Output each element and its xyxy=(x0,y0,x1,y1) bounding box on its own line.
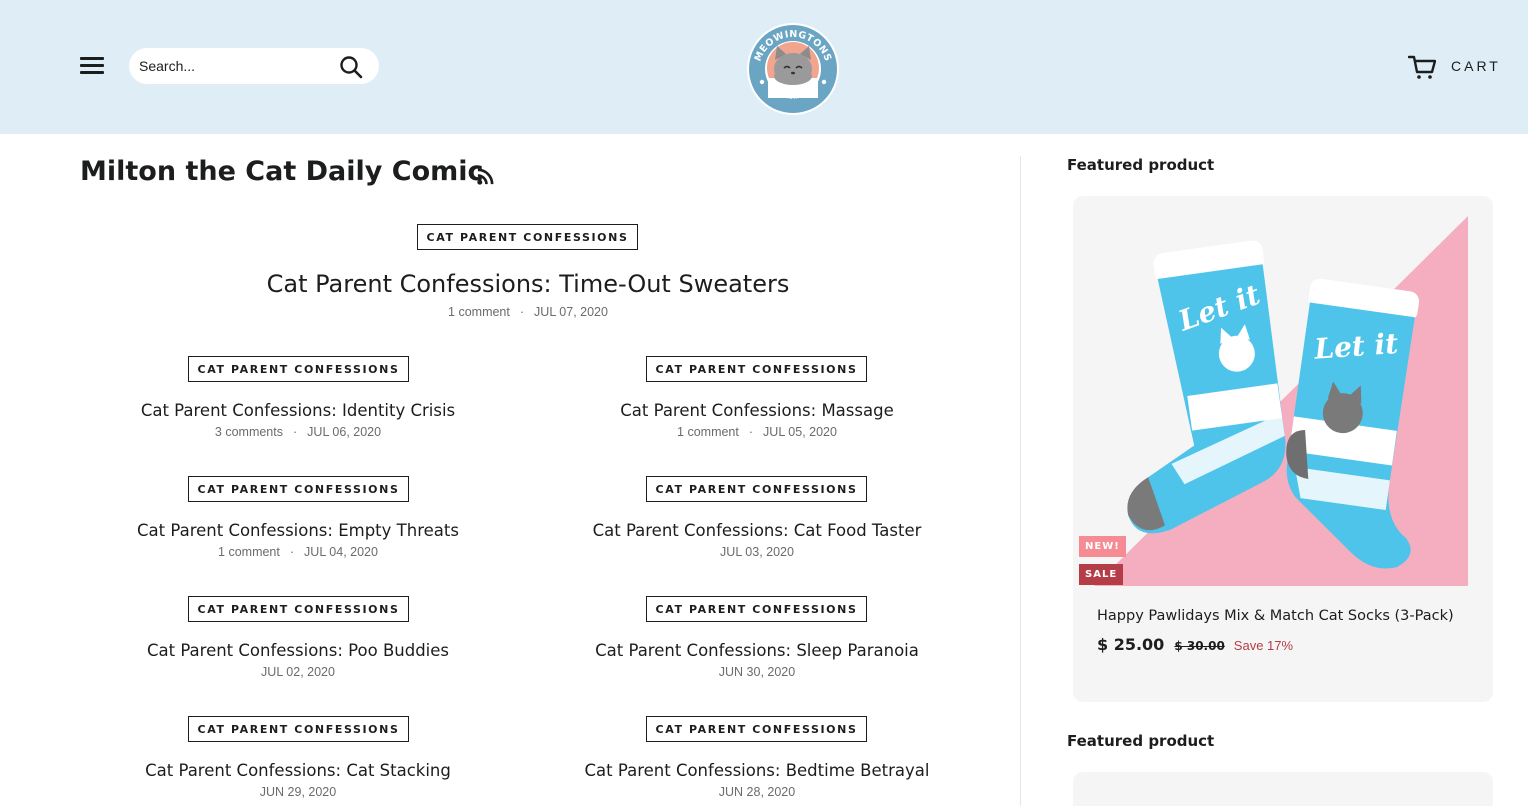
article-tag[interactable]: CAT PARENT CONFESSIONS xyxy=(188,476,409,502)
cart-button[interactable]: CART xyxy=(1408,52,1500,80)
article-meta: 3 comments · JUL 06, 2020 xyxy=(214,425,382,439)
featured-product-card[interactable] xyxy=(1073,772,1493,806)
price-row: $ 25.00 $ 30.00 Save 17% xyxy=(1097,635,1293,654)
article-title[interactable]: Cat Parent Confessions: Poo Buddies xyxy=(78,641,518,660)
article-date: JUL 02, 2020 xyxy=(261,665,335,679)
article-tag[interactable]: CAT PARENT CONFESSIONS xyxy=(646,596,867,622)
product-price: $ 25.00 xyxy=(1097,635,1165,654)
article-date: JUL 03, 2020 xyxy=(720,545,794,559)
article-tag[interactable]: CAT PARENT CONFESSIONS xyxy=(188,596,409,622)
article-title[interactable]: Cat Parent Confessions: Sleep Paranoia xyxy=(537,641,977,660)
site-header: MEOWINGTONS BY MEOW CLUB CART xyxy=(0,0,1528,134)
article-date: JUL 04, 2020 xyxy=(304,545,378,559)
article-title[interactable]: Cat Parent Confessions: Bedtime Betrayal xyxy=(537,761,977,780)
search-bar xyxy=(129,48,379,84)
article-date: JUL 06, 2020 xyxy=(307,425,382,439)
article-tag[interactable]: CAT PARENT CONFESSIONS xyxy=(417,224,638,250)
article-tag[interactable]: CAT PARENT CONFESSIONS xyxy=(188,716,409,742)
article-tag[interactable]: CAT PARENT CONFESSIONS xyxy=(646,476,867,502)
article-title[interactable]: Cat Parent Confessions: Massage xyxy=(537,401,977,420)
product-image[interactable]: Let it Let it xyxy=(1094,216,1468,586)
meowingtons-logo[interactable]: MEOWINGTONS BY MEOW CLUB xyxy=(746,22,840,116)
search-input[interactable] xyxy=(139,48,329,84)
article-comments[interactable]: 1 comment xyxy=(448,305,510,319)
article-date: JUL 05, 2020 xyxy=(763,425,837,439)
sidebar-heading: Featured product xyxy=(1067,732,1215,750)
article-title[interactable]: Cat Parent Confessions: Cat Food Taster xyxy=(537,521,977,540)
cart-icon xyxy=(1408,55,1436,79)
product-title[interactable]: Happy Pawlidays Mix & Match Cat Socks (3… xyxy=(1097,608,1454,624)
article-meta: 1 comment · JUL 05, 2020 xyxy=(677,425,837,439)
article-tag[interactable]: CAT PARENT CONFESSIONS xyxy=(646,716,867,742)
article-date: JUN 28, 2020 xyxy=(718,785,796,799)
article-title[interactable]: Cat Parent Confessions: Cat Stacking xyxy=(78,761,518,780)
article-comments[interactable]: 1 comment xyxy=(677,425,739,439)
hamburger-menu-icon[interactable] xyxy=(80,55,104,75)
article-meta: 1 comment · JUL 04, 2020 xyxy=(218,545,378,559)
article-title[interactable]: Cat Parent Confessions: Empty Threats xyxy=(78,521,518,540)
featured-product-card[interactable]: Let it Let it NEW! SALE Happy Pawlidays … xyxy=(1073,196,1493,702)
svg-text:Let it: Let it xyxy=(1312,327,1399,366)
save-label: Save 17% xyxy=(1233,638,1294,653)
article-date: JUN 30, 2020 xyxy=(718,665,796,679)
article-comments[interactable]: 1 comment xyxy=(218,545,280,559)
article-tag[interactable]: CAT PARENT CONFESSIONS xyxy=(646,356,867,382)
compare-price: $ 30.00 xyxy=(1174,639,1225,653)
cart-label: CART xyxy=(1451,58,1501,74)
article-meta: 1 comment · JUL 07, 2020 xyxy=(448,305,608,319)
article-date: JUN 29, 2020 xyxy=(259,785,337,799)
search-icon[interactable] xyxy=(339,55,363,79)
new-badge: NEW! xyxy=(1079,536,1126,557)
page-title: Milton the Cat Daily Comic xyxy=(80,156,484,187)
article-tag[interactable]: CAT PARENT CONFESSIONS xyxy=(188,356,409,382)
article-title[interactable]: Cat Parent Confessions: Time-Out Sweater… xyxy=(228,270,828,298)
sidebar-heading: Featured product xyxy=(1067,156,1215,174)
column-divider xyxy=(1020,156,1021,806)
article-title[interactable]: Cat Parent Confessions: Identity Crisis xyxy=(78,401,518,420)
rss-icon[interactable] xyxy=(476,167,495,186)
sale-badge: SALE xyxy=(1079,564,1124,585)
article-date: JUL 07, 2020 xyxy=(534,305,608,319)
article-comments[interactable]: 3 comments xyxy=(215,425,283,439)
